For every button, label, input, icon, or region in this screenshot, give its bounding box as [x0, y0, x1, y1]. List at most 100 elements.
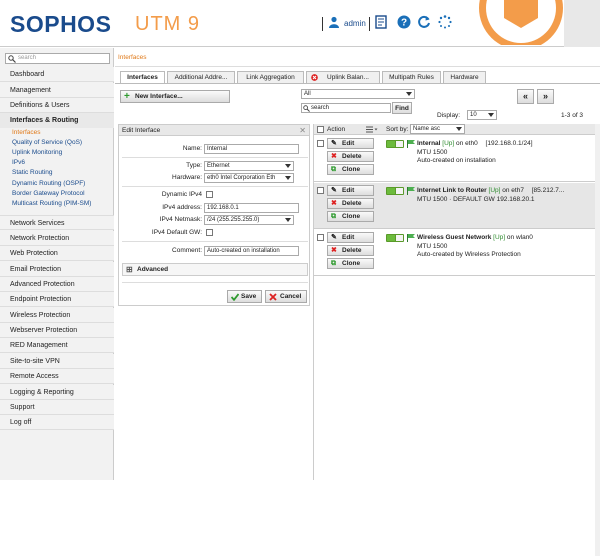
sidebar-item-logging-reporting[interactable]: Logging & Reporting: [0, 385, 114, 400]
sidebar-subitem-interfaces[interactable]: Interfaces: [12, 128, 41, 138]
sidebar-search-placeholder: search: [18, 55, 37, 61]
sidebar-subitem-bgp[interactable]: Border Gateway Protocol: [12, 189, 85, 199]
cancel-button[interactable]: Cancel: [265, 290, 307, 303]
delete-button[interactable]: ✖ Delete: [327, 245, 374, 256]
select-all-checkbox[interactable]: [317, 126, 324, 133]
sidebar-item-network-protection[interactable]: Network Protection: [0, 231, 114, 246]
type-select[interactable]: Ethernet: [204, 161, 294, 171]
ipv4-address-label: IPv4 address:: [162, 204, 202, 211]
user-name-link[interactable]: admin: [344, 19, 366, 28]
sidebar-item-red-management[interactable]: RED Management: [0, 338, 114, 353]
sidebar-subitem-ospf[interactable]: Dynamic Routing (OSPF): [12, 179, 85, 189]
refresh-icon[interactable]: [417, 15, 431, 29]
ipv4-address-field[interactable]: 192.168.0.1: [204, 203, 299, 213]
clone-button[interactable]: ⧉ Clone: [327, 164, 374, 175]
sidebar-item-email-protection[interactable]: Email Protection: [0, 262, 114, 277]
row-title: Wireless Guest Network [Up] on wlan0: [417, 234, 533, 241]
new-interface-button[interactable]: + New Interface...: [120, 90, 230, 103]
save-button[interactable]: Save: [227, 290, 262, 303]
sidebar-subitem-qos[interactable]: Quality of Service (QoS): [12, 138, 82, 148]
chevron-down-icon: [285, 218, 291, 222]
sidebar-subitem-multicast[interactable]: Multicast Routing (PIM-SM): [12, 199, 91, 209]
divider: [122, 282, 308, 283]
help-icon[interactable]: ?: [397, 15, 411, 29]
name-field[interactable]: Internal: [204, 144, 299, 154]
list-item: ✎ Edit ✖ Delete ⧉ Clone Wireless Guest Netw…: [314, 230, 600, 276]
sidebar-item-advanced-protection[interactable]: Advanced Protection: [0, 277, 114, 292]
user-icon[interactable]: [328, 16, 340, 28]
delete-button[interactable]: ✖ Delete: [327, 198, 374, 209]
page-next-button[interactable]: »: [537, 89, 554, 104]
sidebar-item-web-protection[interactable]: Web Protection: [0, 246, 114, 261]
edit-button[interactable]: ✎ Edit: [327, 138, 374, 149]
sidebar-subitem-static-routing[interactable]: Static Routing: [12, 168, 52, 178]
advanced-section-toggle[interactable]: ⊞ Advanced: [122, 263, 308, 276]
edit-button[interactable]: ✎ Edit: [327, 185, 374, 196]
sort-by-value: Name asc: [413, 126, 441, 132]
interface-name[interactable]: Internet Link to Router: [417, 187, 487, 194]
interface-name[interactable]: Internal: [417, 140, 440, 147]
interface-details: MTU 1500: [417, 149, 448, 156]
sort-by-select[interactable]: Name asc: [410, 124, 465, 134]
sidebar-item-site-to-site-vpn[interactable]: Site-to-site VPN: [0, 354, 114, 369]
comment-field[interactable]: Auto-created on installation: [204, 246, 299, 256]
filter-value: All: [304, 91, 311, 97]
edit-button[interactable]: ✎ Edit: [327, 232, 374, 243]
divider: [122, 241, 308, 242]
sidebar-item-dashboard[interactable]: Dashboard: [0, 67, 114, 82]
comment-label: Comment:: [172, 247, 202, 254]
list-item: ✎ Edit ✖ Delete ⧉ Clone Internet Link to Ro…: [314, 183, 600, 229]
hardware-select[interactable]: eth0 Intel Corporation Eth: [204, 173, 294, 183]
tab-uplink-balancing[interactable]: Uplink Balan...: [306, 71, 380, 83]
enable-toggle[interactable]: [386, 187, 404, 195]
edit-panel-header: Edit Interface ✕: [119, 125, 309, 136]
list-search-input[interactable]: search: [301, 103, 391, 113]
sidebar-item-support[interactable]: Support: [0, 400, 114, 415]
ipv4-default-gw-checkbox[interactable]: [206, 229, 213, 236]
ipv4-netmask-select[interactable]: /24 (255.255.255.0): [204, 215, 294, 225]
row-checkbox[interactable]: [317, 187, 324, 194]
sidebar-item-endpoint-protection[interactable]: Endpoint Protection: [0, 292, 114, 307]
tab-additional-addresses[interactable]: Additional Addre...: [167, 71, 235, 83]
interface-name[interactable]: Wireless Guest Network: [417, 234, 491, 241]
sidebar-item-management[interactable]: Management: [0, 83, 114, 98]
sidebar-item-network-services[interactable]: Network Services: [0, 215, 114, 230]
clone-label: Clone: [342, 213, 361, 220]
row-checkbox[interactable]: [317, 140, 324, 147]
sidebar-item-log-off[interactable]: Log off: [0, 415, 114, 430]
tab-multipath-rules[interactable]: Multipath Rules: [382, 71, 441, 83]
clone-button[interactable]: ⧉ Clone: [327, 258, 374, 269]
sidebar-item-remote-access[interactable]: Remote Access: [0, 369, 114, 384]
sidebar-item-definitions-users[interactable]: Definitions & Users: [0, 98, 114, 113]
sidebar-item-interfaces-routing[interactable]: Interfaces & Routing: [0, 113, 114, 128]
edit-label: Edit: [342, 140, 355, 147]
sidebar-item-wireless-protection[interactable]: Wireless Protection: [0, 308, 114, 323]
row-title: Internet Link to Router [Up] on eth7 [85…: [417, 187, 564, 194]
delete-button[interactable]: ✖ Delete: [327, 151, 374, 162]
sidebar-search-input[interactable]: search: [5, 53, 110, 64]
list-menu-icon[interactable]: [366, 126, 378, 133]
close-icon[interactable]: ✕: [299, 125, 306, 136]
dynamic-ipv4-checkbox[interactable]: [206, 191, 213, 198]
clone-label: Clone: [342, 260, 361, 267]
sidebar-subitem-ipv6[interactable]: IPv6: [12, 158, 25, 168]
delete-icon: ✖: [331, 247, 337, 254]
clone-button[interactable]: ⧉ Clone: [327, 211, 374, 222]
interface-comment: Auto-created on installation: [417, 157, 496, 164]
scrollbar[interactable]: [595, 124, 600, 556]
enable-toggle[interactable]: [386, 140, 404, 148]
find-button[interactable]: Find: [392, 102, 412, 114]
document-icon[interactable]: [374, 15, 388, 29]
ipv4-default-gw-label: IPv4 Default GW:: [151, 229, 202, 236]
tab-hardware[interactable]: Hardware: [443, 71, 486, 83]
enable-toggle[interactable]: [386, 234, 404, 242]
tab-baseline: [115, 83, 600, 84]
row-checkbox[interactable]: [317, 234, 324, 241]
display-count-select[interactable]: 10: [467, 110, 497, 120]
filter-select[interactable]: All: [301, 89, 415, 99]
sidebar-subitem-uplink-monitoring[interactable]: Uplink Monitoring: [12, 148, 62, 158]
plus-icon: +: [124, 91, 130, 102]
tab-link-aggregation[interactable]: Link Aggregation: [237, 71, 304, 83]
page-prev-button[interactable]: «: [517, 89, 534, 104]
sidebar-item-webserver-protection[interactable]: Webserver Protection: [0, 323, 114, 338]
